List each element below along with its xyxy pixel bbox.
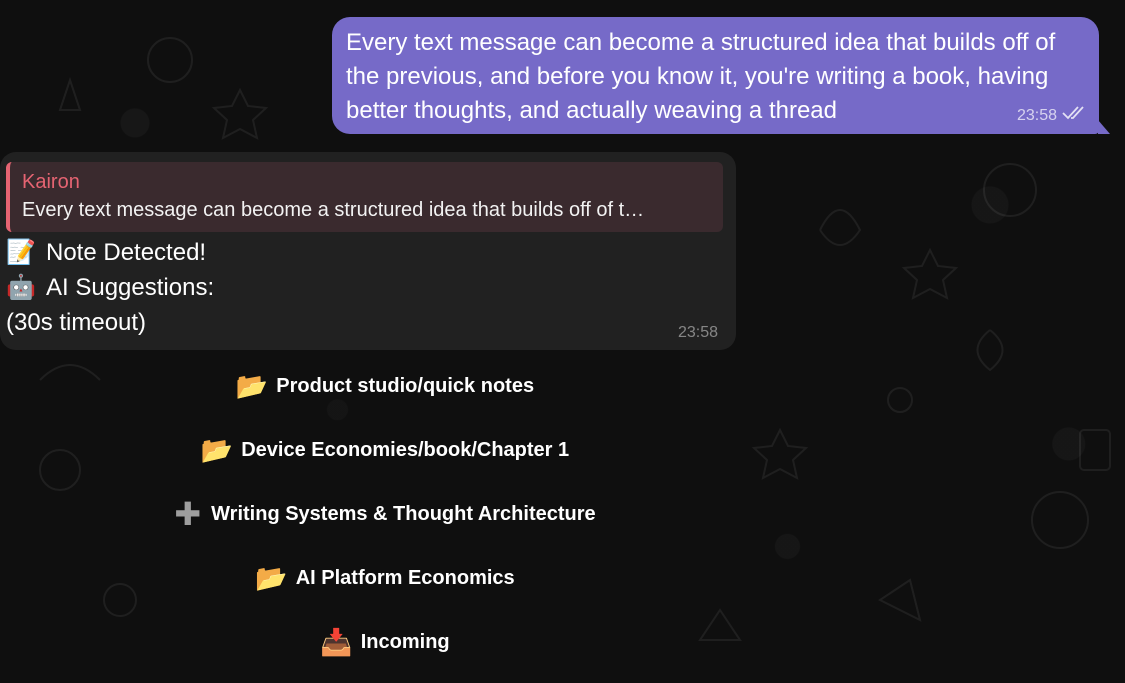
reply-quote[interactable]: Kairon Every text message can become a s… bbox=[6, 162, 723, 232]
reply-author: Kairon bbox=[22, 171, 80, 193]
robot-icon: 🤖 bbox=[6, 274, 36, 301]
outgoing-message-text: Every text message can become a structur… bbox=[346, 29, 1056, 124]
bubble-tail bbox=[1098, 120, 1110, 134]
folder-icon: 📂 bbox=[200, 434, 234, 465]
reply-quote-text: Every text message can become a structur… bbox=[22, 199, 645, 221]
keyboard-button-product-studio[interactable]: 📂 Product studio/quick notes bbox=[0, 358, 770, 414]
keyboard-button-label: Product studio/quick notes bbox=[276, 374, 535, 397]
keyboard-button-label: Writing Systems & Thought Architecture bbox=[211, 502, 596, 525]
keyboard-button-label: Incoming bbox=[360, 630, 450, 653]
inbox-icon: 📥 bbox=[320, 626, 353, 657]
ai-suggestions-text: AI Suggestions: bbox=[46, 274, 215, 301]
plus-icon: ✚ bbox=[174, 496, 202, 532]
double-check-icon bbox=[1061, 105, 1087, 126]
outgoing-message-bubble[interactable]: Every text message can become a structur… bbox=[332, 17, 1110, 134]
keyboard-button-ai-platform-economics[interactable]: 📂 AI Platform Economics bbox=[0, 550, 770, 606]
keyboard-button-label: AI Platform Economics bbox=[295, 566, 515, 589]
keyboard-button-incoming[interactable]: 📥 Incoming bbox=[0, 614, 770, 670]
folder-icon: 📂 bbox=[255, 562, 288, 593]
keyboard-button-device-economies[interactable]: 📂 Device Economies/book/Chapter 1 bbox=[0, 422, 770, 478]
timeout-text: (30s timeout) bbox=[6, 309, 147, 336]
memo-icon: 📝 bbox=[6, 239, 36, 266]
timeout-line: (30s timeout) bbox=[6, 306, 146, 340]
keyboard-button-label: Device Economies/book/Chapter 1 bbox=[241, 438, 570, 461]
folder-icon: 📂 bbox=[235, 370, 269, 401]
incoming-message-time: 23:58 bbox=[677, 324, 718, 341]
outgoing-message-meta: 23:58 bbox=[1017, 105, 1087, 126]
keyboard-button-writing-systems[interactable]: ✚ Writing Systems & Thought Architecture bbox=[0, 486, 770, 542]
outgoing-message-time: 23:58 bbox=[1016, 106, 1057, 124]
incoming-message-bubble[interactable]: Kairon Every text message can become a s… bbox=[0, 152, 736, 350]
ai-suggestions-line: 🤖 AI Suggestions: bbox=[6, 271, 214, 305]
note-detected-line: 📝 Note Detected! bbox=[6, 236, 206, 270]
note-detected-text: Note Detected! bbox=[46, 239, 207, 266]
